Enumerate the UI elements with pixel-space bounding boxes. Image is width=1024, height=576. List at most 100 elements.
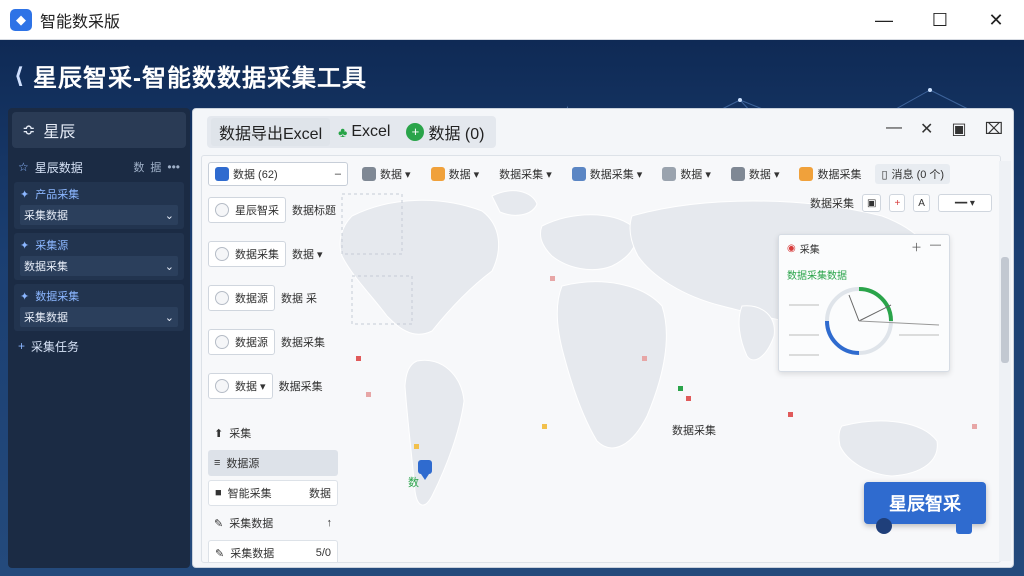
plus-icon: + — [18, 339, 26, 353]
dots-icon — [662, 167, 677, 181]
sidebar-group-3: ✦ 数据采集 采集数据 ⌄ — [14, 284, 184, 331]
sidebar-item-footer[interactable]: + 采集任务 — [8, 335, 190, 357]
maximize-button[interactable]: ☐ — [912, 0, 968, 40]
square-icon: ■ — [215, 487, 222, 499]
sidebar-group-select[interactable]: 采集数据 ⌄ — [20, 307, 178, 327]
list-section: ⬆ 采集 ≡ 数据源 ■ 智能采集 数据 ✎ 采集数据 ↑ ✎ 采集数据 5/0 — [208, 420, 338, 562]
sidebar-header[interactable]: ≎ 星辰 — [12, 112, 186, 148]
orange-tag-icon — [430, 167, 445, 181]
scroll-thumb[interactable] — [1001, 257, 1009, 363]
filter-column: 星辰智采 数据标题 数据采集 数据 ▾ 数据源 数据 采 数据源 数据采集 数据 ▾ 数据… — [208, 196, 344, 416]
text-tool-button[interactable]: A — [913, 194, 930, 212]
app-logo-icon: ◆ — [10, 8, 32, 31]
toolbar-dropdown-6[interactable]: 数据 ▾ — [725, 164, 786, 184]
network-icon — [571, 167, 586, 181]
map-tools: 数据采集 ▣ + A ━━ ▾ — [810, 194, 992, 212]
sidebar-group-1: ✦ 产品采集 采集数据 ⌄ — [14, 182, 184, 229]
filter-row[interactable]: 数据采集 数据 ▾ — [208, 240, 344, 268]
sidebar-item-meta: 据 — [150, 162, 162, 174]
slider-control[interactable]: ━━ ▾ — [937, 194, 992, 212]
chevron-down-icon: ⌄ — [164, 260, 174, 273]
map-area[interactable]: 数据 (62) – 数据 ▾ 数据 ▾ 数据采集 ▾ 数据采集 ▾ 数据 ▾ 数… — [201, 155, 1001, 563]
map-toolbar: 数据 (62) – 数据 ▾ 数据 ▾ 数据采集 ▾ 数据采集 ▾ 数据 ▾ 数… — [208, 160, 996, 188]
sidebar-group-title: ✦ 产品采集 — [20, 188, 80, 202]
toolbar-tab-last[interactable]: ▯ 消息 (0 个) — [875, 164, 951, 184]
list-item[interactable]: ≡ 数据源 — [208, 450, 338, 476]
window-controls: — ☐ ✕ — [856, 0, 1024, 40]
excel-icon: ♣ — [338, 124, 348, 140]
filter-row[interactable]: 数据源 数据采集 — [208, 328, 344, 356]
gauge-diagram — [789, 287, 940, 356]
sidebar-item-label: 星辰数据 — [34, 160, 83, 175]
sidebar-group-title: ✦ 数据采集 — [20, 290, 80, 304]
dot-icon: ✦ — [20, 188, 30, 201]
window-title: 智能数采版 — [40, 13, 121, 31]
radio-button[interactable] — [215, 203, 229, 217]
sidebar-item-label: 采集任务 — [31, 339, 80, 354]
toolbar-dropdown-3[interactable]: 数据采集 ▾ — [493, 164, 558, 184]
filter-row[interactable]: 数据源 数据 采 — [208, 284, 344, 312]
filter-row[interactable]: 数据 ▾ 数据采集 — [208, 372, 344, 400]
tab-bar: 数据导出Excel ♣ Excel + 数据 (0) — [207, 116, 497, 148]
close-button[interactable]: ✕ — [968, 0, 1024, 40]
close-panel-button[interactable]: ✕ — [920, 119, 933, 139]
toolbar-dropdown-2[interactable]: 数据 ▾ — [425, 164, 486, 184]
chevron-down-icon: – — [334, 168, 341, 180]
list-item[interactable]: ✎ 采集数据 5/0 — [208, 540, 338, 562]
toolbar-dropdown-1[interactable]: 数据 ▾ — [356, 164, 417, 184]
brand-right-badge — [956, 518, 972, 534]
tab-data[interactable]: + 数据 (0) — [398, 118, 492, 146]
list-icon: ≡ — [214, 457, 221, 469]
image-icon[interactable]: ▣ — [862, 194, 882, 212]
overlay-card[interactable]: ◉ 采集 ＋ — 数据采集数据 — [778, 234, 950, 372]
menu-icon: ≎ — [22, 122, 36, 139]
toolbar-dropdown-5[interactable]: 数据 ▾ — [656, 164, 717, 184]
sidebar: ≎ 星辰 ☆ 星辰数据 数 据 ••• ✦ 产品采集 采集数据 ⌄ ✦ 采集源 数据采… — [8, 108, 190, 568]
radio-button[interactable] — [215, 247, 229, 261]
sidebar-group-title: ✦ 采集源 — [20, 239, 69, 253]
cube-icon — [362, 167, 376, 181]
pen-icon: ✎ — [214, 517, 224, 530]
chat-icon[interactable]: ▣ — [951, 119, 966, 139]
sidebar-item-root[interactable]: ☆ 星辰数据 数 据 ••• — [8, 156, 190, 178]
tab-export-excel[interactable]: 数据导出Excel — [211, 118, 331, 146]
plus-circle-icon: + — [406, 123, 425, 141]
add-button[interactable]: + — [889, 194, 906, 212]
panel-controls: — ✕ ▣ ⌧ — [886, 119, 1003, 139]
vertical-scrollbar[interactable] — [999, 161, 1011, 561]
shield-icon — [215, 167, 229, 181]
sidebar-group-select[interactable]: 数据采集 ⌄ — [20, 256, 178, 276]
radio-button[interactable] — [215, 379, 229, 393]
brand-left-badge — [876, 518, 892, 534]
app-window: ◆ 智能数采版 — ☐ ✕ ✦ ⟨ — [0, 0, 1024, 576]
tab-excel[interactable]: ♣ Excel — [330, 118, 398, 146]
radio-button[interactable] — [215, 335, 229, 349]
back-icon[interactable]: ⟨ — [14, 63, 25, 89]
banner-title: ⟨ 星辰智采-智能数数据采集工具 — [14, 58, 367, 93]
sidebar-item-meta: 数 — [133, 162, 145, 174]
main-panel: 数据导出Excel ♣ Excel + 数据 (0) — ✕ ▣ ⌧ 数据 (6… — [192, 108, 1014, 568]
list-header[interactable]: ⬆ 采集 — [208, 420, 338, 446]
toolbar-dropdown-4[interactable]: 数据采集 ▾ — [566, 164, 649, 184]
cube-icon — [730, 167, 745, 181]
minimize-button[interactable]: — — [856, 0, 912, 40]
map-region-label: 数 — [408, 477, 419, 489]
toolbar-dropdown-7[interactable]: 数据采集 — [793, 164, 867, 184]
list-item[interactable]: ✎ 采集数据 ↑ — [208, 510, 338, 536]
minimize-panel-button[interactable]: — — [886, 119, 902, 139]
pin-icon[interactable]: ⌧ — [985, 119, 1003, 139]
main-dropdown[interactable]: 数据 (62) – — [208, 162, 348, 186]
sidebar-header-label: 星辰 — [43, 124, 76, 141]
map-region-label: 数据采集 — [672, 425, 716, 437]
filter-row[interactable]: 星辰智采 数据标题 — [208, 196, 344, 224]
badge-icon — [799, 167, 814, 181]
star-icon: ☆ — [18, 160, 29, 174]
list-item[interactable]: ■ 智能采集 数据 — [208, 480, 338, 506]
radio-button[interactable] — [215, 291, 229, 305]
panel-header: 数据导出Excel ♣ Excel + 数据 (0) — ✕ ▣ ⌧ — [193, 109, 1013, 155]
sidebar-group-2: ✦ 采集源 数据采集 ⌄ — [14, 233, 184, 280]
dot-icon: ✦ — [20, 290, 30, 303]
dot-icon: ✦ — [20, 239, 30, 252]
more-icon[interactable]: ••• — [167, 160, 180, 174]
sidebar-group-select[interactable]: 采集数据 ⌄ — [20, 205, 178, 225]
